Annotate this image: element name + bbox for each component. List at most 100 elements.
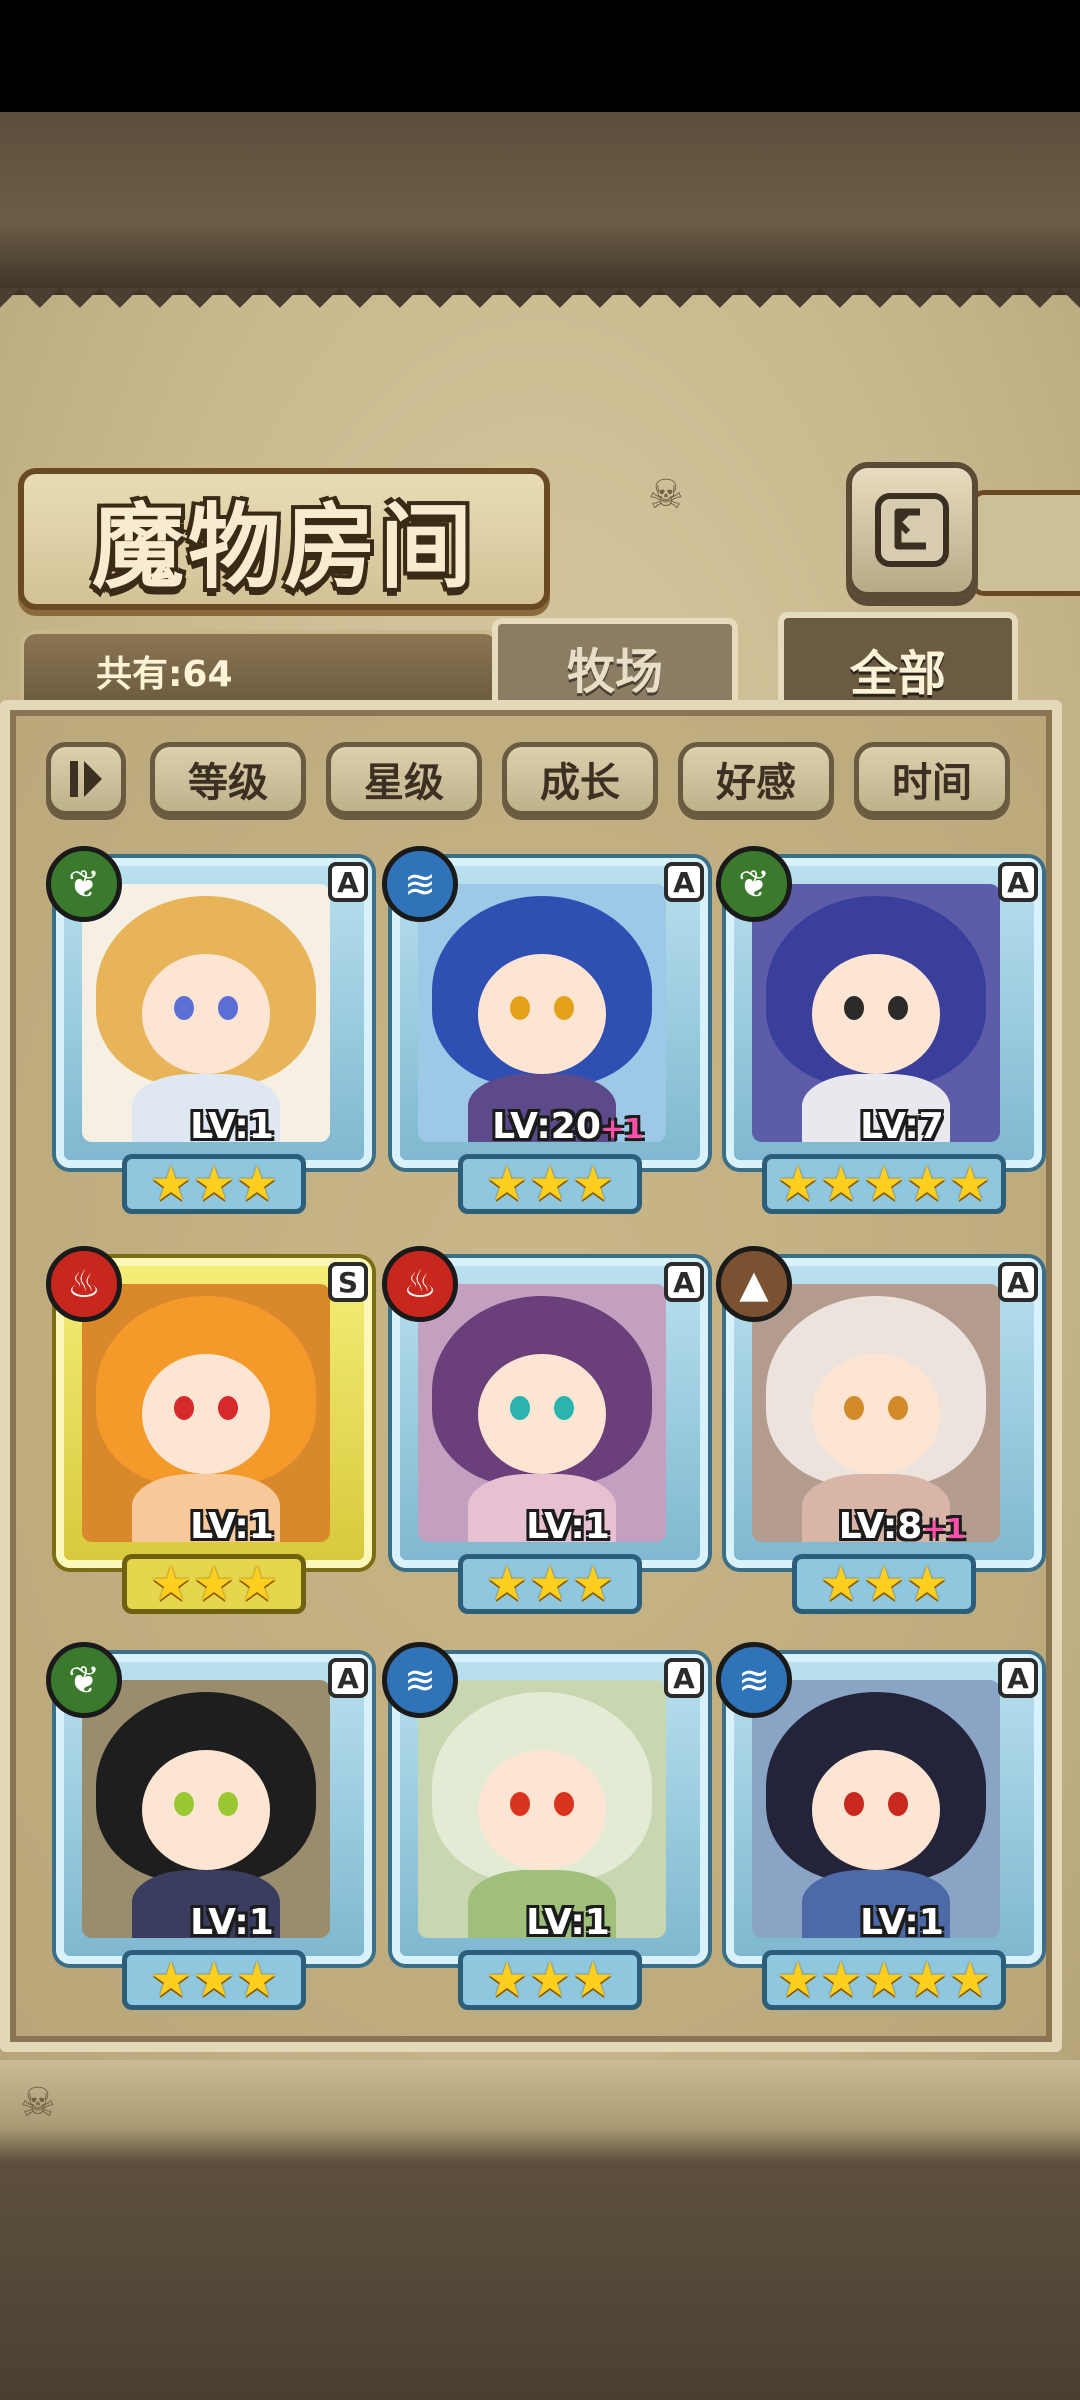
star-icon: ★: [149, 1556, 193, 1612]
star-icon: ★: [905, 1556, 949, 1612]
sort-by-time-button[interactable]: 时间: [854, 742, 1010, 816]
star-icon: ★: [485, 1556, 529, 1612]
rank-badge: A: [328, 1658, 368, 1698]
star-rating: ★ ★ ★: [122, 1154, 306, 1214]
wave-icon: ≋: [382, 846, 458, 922]
monster-card[interactable]: LV:1 A ❦ ★ ★ ★: [46, 846, 372, 1218]
monster-level: LV:1: [418, 1506, 666, 1542]
monster-card[interactable]: LV:1 A ❦ ★ ★ ★: [46, 1642, 372, 2014]
level-text: LV:1: [190, 1506, 274, 1542]
level-bonus: +1: [922, 1512, 966, 1542]
monster-card[interactable]: LV:1 A ♨ ★ ★ ★: [382, 1246, 708, 1618]
star-icon: ★: [776, 1156, 820, 1212]
monster-card[interactable]: LV:1 A ≋ ★ ★ ★: [382, 1642, 708, 2014]
level-text: LV:1: [860, 1902, 944, 1938]
star-icon: ★: [862, 1156, 906, 1212]
star-icon: ★: [948, 1952, 992, 2008]
monster-level: LV:1: [82, 1902, 330, 1938]
monster-portrait: LV:1: [82, 1680, 330, 1938]
star-icon: ★: [571, 1952, 615, 2008]
star-icon: ★: [819, 1556, 863, 1612]
star-rating: ★ ★ ★: [792, 1554, 976, 1614]
sort-by-affection-button[interactable]: 好感: [678, 742, 834, 816]
monster-level: LV:1: [82, 1506, 330, 1542]
monster-card[interactable]: LV:1 A ≋ ★ ★ ★ ★ ★: [716, 1642, 1042, 2014]
return-arrow-icon: [875, 493, 949, 567]
level-text: LV:8: [838, 1506, 923, 1542]
monster-portrait: LV:1: [418, 1284, 666, 1542]
star-rating: ★ ★ ★: [458, 1154, 642, 1214]
page-title: 魔物房间: [91, 492, 476, 601]
back-button[interactable]: [846, 462, 978, 598]
rank-badge: A: [664, 1658, 704, 1698]
star-icon: ★: [192, 1556, 236, 1612]
star-icon: ★: [235, 1156, 279, 1212]
rank-badge: A: [998, 1262, 1038, 1302]
star-icon: ★: [948, 1156, 992, 1212]
star-icon: ★: [485, 1952, 529, 2008]
star-icon: ★: [192, 1156, 236, 1212]
star-rating: ★ ★ ★ ★ ★: [762, 1950, 1006, 2010]
sort-direction-icon: [70, 761, 102, 797]
map-background-top: [0, 112, 1080, 297]
monster-card[interactable]: LV:20+1 A ≋ ★ ★ ★: [382, 846, 708, 1218]
monster-card[interactable]: LV:8+1 A ▲ ★ ★ ★: [716, 1246, 1042, 1618]
sort-bar: 等级 星级 成长 好感 时间: [46, 742, 1046, 822]
sort-by-level-button[interactable]: 等级: [150, 742, 306, 816]
star-icon: ★: [571, 1156, 615, 1212]
star-rating: ★ ★ ★ ★ ★: [762, 1154, 1006, 1214]
torn-edge-decoration: [0, 288, 1080, 328]
monster-count: 共有:64: [96, 654, 233, 695]
monster-level: LV:20+1: [418, 1106, 666, 1142]
sort-order-toggle[interactable]: [46, 742, 126, 816]
monster-card[interactable]: LV:1 S ♨ ★ ★ ★: [46, 1246, 372, 1618]
level-text: LV:1: [190, 1106, 274, 1142]
star-icon: ★: [905, 1156, 949, 1212]
star-icon: ★: [819, 1952, 863, 2008]
monster-card[interactable]: LV:7 A ❦ ★ ★ ★ ★ ★: [716, 846, 1042, 1218]
star-icon: ★: [235, 1556, 279, 1612]
flame-icon: ♨: [382, 1246, 458, 1322]
monster-level: LV:7: [752, 1106, 1000, 1142]
star-icon: ★: [819, 1156, 863, 1212]
tab-ranch[interactable]: 牧场: [492, 618, 738, 710]
monster-level: LV:1: [752, 1902, 1000, 1938]
sort-by-growth-button[interactable]: 成长: [502, 742, 658, 816]
star-rating: ★ ★ ★: [122, 1554, 306, 1614]
rank-badge: A: [664, 1262, 704, 1302]
star-icon: ★: [485, 1156, 529, 1212]
star-icon: ★: [528, 1952, 572, 2008]
sort-by-stars-button[interactable]: 星级: [326, 742, 482, 816]
level-text: LV:7: [860, 1106, 944, 1142]
level-bonus: +1: [600, 1112, 644, 1142]
level-text: LV:20: [492, 1106, 601, 1142]
map-background-bottom: [0, 2060, 1080, 2400]
star-icon: ★: [571, 1556, 615, 1612]
wave-icon: ≋: [382, 1642, 458, 1718]
star-icon: ★: [192, 1952, 236, 2008]
title-plate: 魔物房间: [18, 468, 550, 610]
star-icon: ★: [862, 1952, 906, 2008]
star-icon: ★: [235, 1952, 279, 2008]
star-rating: ★ ★ ★: [122, 1950, 306, 2010]
star-icon: ★: [862, 1556, 906, 1612]
level-text: LV:1: [190, 1902, 274, 1938]
monster-portrait: LV:20+1: [418, 884, 666, 1142]
star-icon: ★: [776, 1952, 820, 2008]
monster-level: LV:8+1: [752, 1506, 1000, 1542]
rank-badge: S: [328, 1262, 368, 1302]
flame-icon: ♨: [46, 1246, 122, 1322]
monster-level: LV:1: [418, 1902, 666, 1938]
level-text: LV:1: [526, 1506, 610, 1542]
monster-count-tab: 共有:64: [20, 630, 500, 708]
leaf-icon: ❦: [46, 1642, 122, 1718]
monster-level: LV:1: [82, 1106, 330, 1142]
wave-icon: ≋: [716, 1642, 792, 1718]
star-icon: ★: [905, 1952, 949, 2008]
monster-portrait: LV:8+1: [752, 1284, 1000, 1542]
star-icon: ★: [528, 1156, 572, 1212]
mountain-icon: ▲: [716, 1246, 792, 1322]
star-rating: ★ ★ ★: [458, 1950, 642, 2010]
star-icon: ★: [149, 1952, 193, 2008]
status-bar: [0, 0, 1080, 112]
